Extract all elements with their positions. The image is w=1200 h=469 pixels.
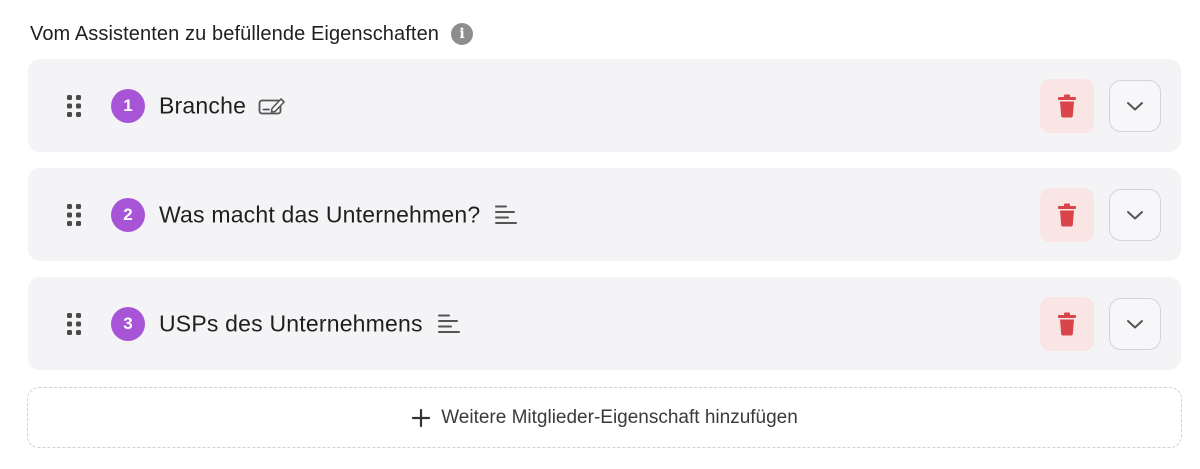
property-label: USPs des Unternehmens bbox=[159, 310, 423, 336]
expand-button[interactable] bbox=[1109, 188, 1161, 241]
chevron-down-icon bbox=[1127, 101, 1143, 110]
property-label: Branche bbox=[159, 92, 247, 118]
text-lines-icon bbox=[492, 203, 520, 227]
chevron-down-icon bbox=[1127, 319, 1143, 328]
drag-handle-icon[interactable] bbox=[65, 93, 83, 119]
drag-handle-icon[interactable] bbox=[65, 311, 83, 337]
edit-field-icon bbox=[258, 94, 286, 118]
property-number-badge: 1 bbox=[111, 88, 145, 123]
plus-icon bbox=[412, 408, 431, 427]
delete-button[interactable] bbox=[1040, 296, 1094, 351]
property-number-badge: 3 bbox=[111, 306, 145, 341]
text-lines-icon bbox=[435, 312, 463, 336]
trash-icon bbox=[1058, 94, 1076, 117]
property-label: Was macht das Unternehmen? bbox=[159, 201, 481, 227]
section-title: Vom Assistenten zu befüllende Eigenschaf… bbox=[30, 22, 440, 45]
info-icon[interactable]: i bbox=[451, 23, 474, 45]
add-property-button[interactable]: Weitere Mitglieder-Eigenschaft hinzufüge… bbox=[27, 387, 1182, 448]
expand-button[interactable] bbox=[1109, 79, 1161, 132]
property-row-2: 2 Was macht das Unternehmen? bbox=[28, 168, 1181, 261]
expand-button[interactable] bbox=[1109, 297, 1161, 350]
chevron-down-icon bbox=[1127, 210, 1143, 219]
trash-icon bbox=[1058, 203, 1076, 226]
property-list: 1 Branche 2 Was macht das Unternehmen? 3… bbox=[28, 59, 1181, 386]
property-number-badge: 2 bbox=[111, 197, 145, 232]
property-label-wrap: USPs des Unternehmens bbox=[159, 310, 463, 337]
add-property-label: Weitere Mitglieder-Eigenschaft hinzufüge… bbox=[441, 406, 798, 428]
property-row-1: 1 Branche bbox=[28, 59, 1181, 152]
property-label-wrap: Was macht das Unternehmen? bbox=[159, 201, 520, 228]
drag-handle-icon[interactable] bbox=[65, 202, 83, 228]
delete-button[interactable] bbox=[1040, 187, 1094, 242]
property-label-wrap: Branche bbox=[159, 92, 286, 119]
section-header: Vom Assistenten zu befüllende Eigenschaf… bbox=[30, 20, 474, 48]
trash-icon bbox=[1058, 312, 1076, 335]
properties-panel: Vom Assistenten zu befüllende Eigenschaf… bbox=[0, 0, 1200, 469]
delete-button[interactable] bbox=[1040, 78, 1094, 133]
property-row-3: 3 USPs des Unternehmens bbox=[28, 277, 1181, 370]
